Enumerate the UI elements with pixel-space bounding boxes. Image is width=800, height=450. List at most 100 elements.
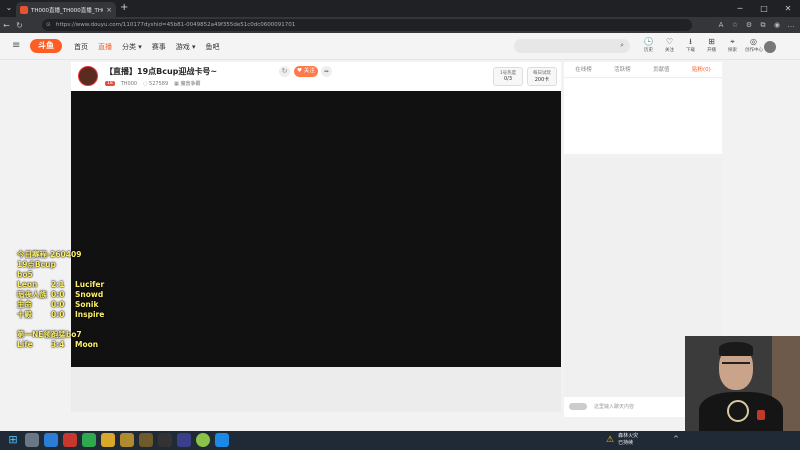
nav-home[interactable]: 首页 [74, 42, 88, 52]
reload-icon[interactable]: ↻ [13, 21, 26, 30]
lock-icon: ⊙ [46, 22, 51, 28]
warcraft-icon[interactable] [139, 433, 153, 447]
chat-toggle[interactable] [569, 403, 587, 410]
browser-toolbar: A ☆ ⚙ ⧉ ◉ … [716, 19, 796, 31]
douyu-logo[interactable]: 斗鱼 [30, 39, 62, 53]
warning-icon: ⚠ [606, 435, 615, 445]
tray-chevron-icon[interactable]: ^ [673, 435, 679, 443]
taskbar-apps: ⊞ [6, 433, 229, 447]
douyu-favicon-icon [20, 5, 28, 14]
app-play-icon[interactable] [215, 433, 229, 447]
overlay-event-line: 19点Bcup [17, 260, 56, 269]
heart-icon: ♡ [665, 37, 674, 46]
tab-active-rank[interactable]: 活跃榜 [614, 62, 631, 77]
hot-count-group: ◌ 527589 [143, 81, 168, 87]
search-input[interactable]: ⌕ [514, 39, 630, 53]
tab-contribution[interactable]: 贡献值 [653, 62, 670, 77]
follow-button[interactable]: ♥ 关注 [294, 66, 318, 77]
site-nav: 首页 直播 分类 ▾ 赛事 游戏 ▾ 鱼吧 [74, 33, 220, 60]
folder-icon[interactable] [101, 433, 115, 447]
weather-widget[interactable]: ⚠ 森林火灾 已持续 [606, 433, 638, 447]
overlay-match: 暗夜人族 0:0 Snowd [17, 290, 127, 300]
browser-tab[interactable]: TH000直播_TH000直播_TH000视频 × [16, 2, 116, 17]
site-header: ≡ 斗鱼 首页 直播 分类 ▾ 赛事 游戏 ▾ 鱼吧 ⌕ 🕒 历史 ♡ 关注 ⭳… [0, 33, 800, 60]
back-icon[interactable]: ← [0, 21, 13, 30]
overlay-format-line: bo5 [17, 270, 33, 279]
tab-search-icon[interactable]: ⌄ [3, 2, 15, 14]
match-score: 2:1 [51, 280, 65, 289]
tab-fans[interactable]: 贴粉(0) [692, 62, 711, 77]
streamer-avatar[interactable] [78, 66, 98, 86]
overlay-final-line: 第一NE领跑猛bo7 [17, 330, 82, 339]
menu-icon[interactable]: ≡ [12, 40, 20, 51]
tab-online-rank[interactable]: 在线榜 [575, 62, 592, 77]
edge-icon[interactable] [44, 433, 58, 447]
follow-list-button[interactable]: ♡ 关注 [661, 37, 678, 53]
match-score: 3:4 [51, 340, 65, 349]
rank-tabs: 在线榜 活跃榜 贡献值 贴粉(0) [564, 62, 722, 78]
app-circle-icon[interactable] [196, 433, 210, 447]
chrome-icon[interactable] [63, 433, 77, 447]
history-button[interactable]: 🕒 历史 [640, 37, 657, 53]
app-green-icon[interactable] [82, 433, 96, 447]
address-bar-row: ← ↻ ⊙ https://www.douyu.com/110177dyshid… [0, 17, 800, 33]
obs-icon[interactable] [158, 433, 172, 447]
read-aloud-icon[interactable]: A [716, 19, 726, 31]
user-avatar[interactable] [764, 41, 776, 53]
go-live-button[interactable]: ⊞ 开播 [703, 37, 720, 53]
creator-center-button[interactable]: ◎ 创作中心 [745, 37, 763, 53]
windows-start-icon[interactable]: ⊞ [6, 433, 20, 447]
nav-events[interactable]: 赛事 [152, 42, 166, 52]
below-video-area [71, 367, 561, 412]
hot-count: 527589 [149, 80, 169, 87]
extensions-icon[interactable]: ⚙ [744, 19, 754, 31]
download-button[interactable]: ⭳ 下载 [682, 37, 699, 53]
more-menu-icon[interactable]: … [786, 19, 796, 31]
favorite-star-icon[interactable]: ☆ [730, 19, 740, 31]
explore-button[interactable]: ⌖ 探索 [724, 37, 741, 53]
match-score: 0:0 [51, 300, 65, 309]
profile-icon[interactable]: ◉ [772, 19, 782, 31]
streamer-name[interactable]: TH000 [121, 81, 137, 87]
chat-input-placeholder: 这里输入聊天内容 [594, 404, 635, 410]
browser-titlebar: ⌄ TH000直播_TH000直播_TH000视频 × + ─ □ ✕ [0, 0, 800, 17]
collections-icon[interactable]: ⧉ [758, 19, 768, 31]
hot-rank-box[interactable]: 1号热度 0/3 [493, 67, 523, 86]
video-player[interactable] [71, 91, 561, 367]
close-icon[interactable]: ✕ [776, 0, 800, 17]
level-badge: 18 [105, 81, 115, 86]
history-label: 历史 [644, 48, 653, 53]
overlay-final-match: Life 3:4 Moon [17, 340, 127, 350]
url-text: https://www.douyu.com/110177dyshid=45b81… [56, 22, 296, 28]
tab-close-icon[interactable]: × [106, 6, 112, 14]
category-group[interactable]: ▦ 魔兽争霸 [174, 80, 200, 87]
go-live-label: 开播 [707, 48, 716, 53]
game-icon[interactable] [120, 433, 134, 447]
minimize-icon[interactable]: ─ [728, 0, 752, 17]
match-player-a: 生命 [17, 300, 32, 309]
header-icon-group: 🕒 历史 ♡ 关注 ⭳ 下载 ⊞ 开播 ⌖ 探索 ◎ 创作中心 [640, 37, 763, 53]
nav-live[interactable]: 直播 [98, 42, 112, 52]
share-icon[interactable]: ➦ [321, 66, 332, 77]
weather-title: 森林火灾 [618, 433, 639, 439]
nav-yuba[interactable]: 鱼吧 [206, 42, 220, 52]
file-explorer-icon[interactable] [25, 433, 39, 447]
category-link: 魔兽争霸 [180, 81, 201, 87]
search-icon[interactable]: ⌕ [620, 41, 624, 50]
nav-category[interactable]: 分类 ▾ [122, 42, 142, 52]
overlay-match: 十殿 0:0 Inspire [17, 310, 127, 320]
refresh-icon[interactable]: ↻ [279, 66, 290, 77]
match-player-a: Leon [17, 280, 38, 289]
app-blue-icon[interactable] [177, 433, 191, 447]
rank-panel: 在线榜 活跃榜 贡献值 贴粉(0) [564, 62, 722, 154]
url-field[interactable]: ⊙ https://www.douyu.com/110177dyshid=45b… [42, 19, 692, 31]
daily-trial-box[interactable]: 每日试玩 200卡 [527, 67, 557, 86]
schedule-overlay: 今日赛程-260409 19点Bcup bo5 Leon 2:1 Lucifer 暗… [17, 250, 127, 350]
new-tab-button[interactable]: + [120, 2, 128, 14]
maximize-icon[interactable]: □ [752, 0, 776, 17]
match-score: 0:0 [51, 310, 65, 319]
follow-list-label: 关注 [665, 48, 674, 53]
nav-games[interactable]: 游戏 ▾ [176, 42, 196, 52]
match-player-b: Inspire [75, 310, 105, 319]
weather-sub: 已持续 [618, 440, 634, 446]
